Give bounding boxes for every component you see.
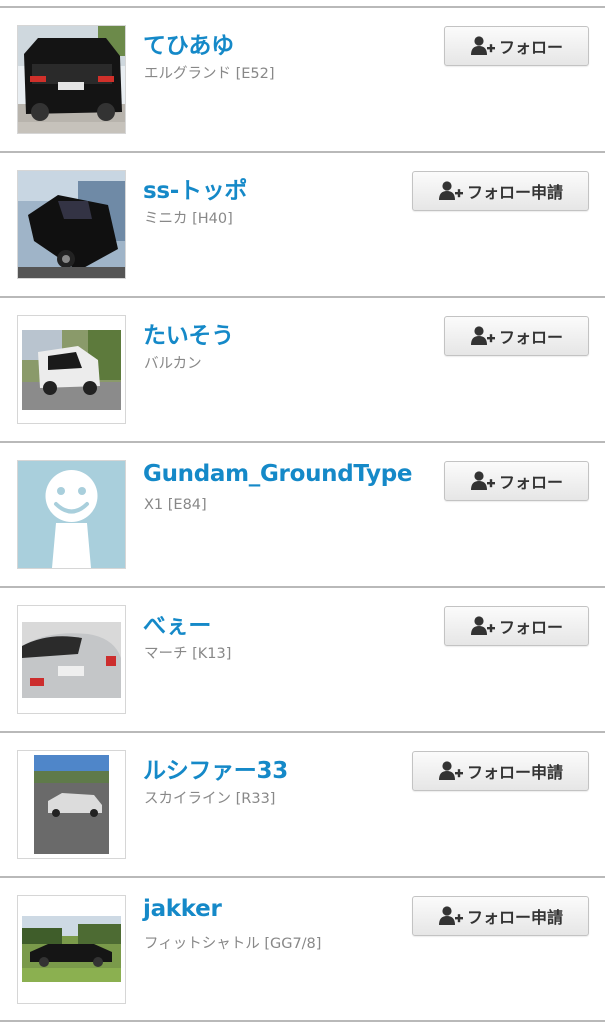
car-model: ミニカ [H40] [144,211,233,227]
username[interactable]: Gundam_GroundType [143,461,413,487]
avatar[interactable] [17,170,126,279]
username[interactable]: ss-トッポ [143,171,247,205]
user-row: ss-トッポ ミニカ [H40] フォロー申請 [0,151,605,296]
user-row: たいそう バルカン フォロー [0,296,605,441]
avatar[interactable] [17,25,126,134]
username[interactable]: jakker [143,896,222,922]
person-add-icon [438,760,464,782]
car-model: マーチ [K13] [144,646,232,662]
user-row: べぇー マーチ [K13] フォロー [0,586,605,731]
follow-button[interactable]: フォロー [444,461,589,501]
person-add-icon [470,615,496,637]
avatar[interactable] [17,315,126,424]
follow-button[interactable]: フォロー [444,606,589,646]
user-row: Gundam_GroundType X1 [E84] フォロー [0,441,605,586]
car-model: バルカン [144,356,202,372]
car-model: X1 [E84] [144,497,207,513]
person-add-icon [470,470,496,492]
person-add-icon [470,325,496,347]
follow-button-label: フォロー [498,328,563,347]
follow-button-label: フォロー [498,38,563,57]
username[interactable]: たいそう [143,316,234,350]
person-add-icon [438,180,464,202]
car-model: フィットシャトル [GG7/8] [144,936,322,952]
avatar[interactable] [17,750,126,859]
follow-button-label: フォロー申請 [466,908,563,927]
avatar[interactable] [17,895,126,1004]
follow-request-button[interactable]: フォロー申請 [412,171,589,211]
avatar[interactable] [17,605,126,714]
person-add-icon [470,35,496,57]
user-row: てひあゆ エルグランド [E52] フォロー [0,6,605,151]
follow-request-button[interactable]: フォロー申請 [412,751,589,791]
user-row: jakker フィットシャトル [GG7/8] フォロー申請 [0,876,605,1021]
username[interactable]: べぇー [143,606,211,640]
follow-button[interactable]: フォロー [444,26,589,66]
follow-button[interactable]: フォロー [444,316,589,356]
default-avatar[interactable] [17,460,126,569]
user-row: ルシファー33 スカイライン [R33] フォロー申請 [0,731,605,876]
follow-request-button[interactable]: フォロー申請 [412,896,589,936]
car-model: スカイライン [R33] [144,791,276,807]
username[interactable]: ルシファー33 [143,751,288,785]
follow-button-label: フォロー [498,618,563,637]
follow-button-label: フォロー [498,473,563,492]
person-add-icon [438,905,464,927]
follow-button-label: フォロー申請 [466,183,563,202]
car-model: エルグランド [E52] [144,66,275,82]
username[interactable]: てひあゆ [143,26,234,60]
divider [0,1020,605,1022]
follow-button-label: フォロー申請 [466,763,563,782]
